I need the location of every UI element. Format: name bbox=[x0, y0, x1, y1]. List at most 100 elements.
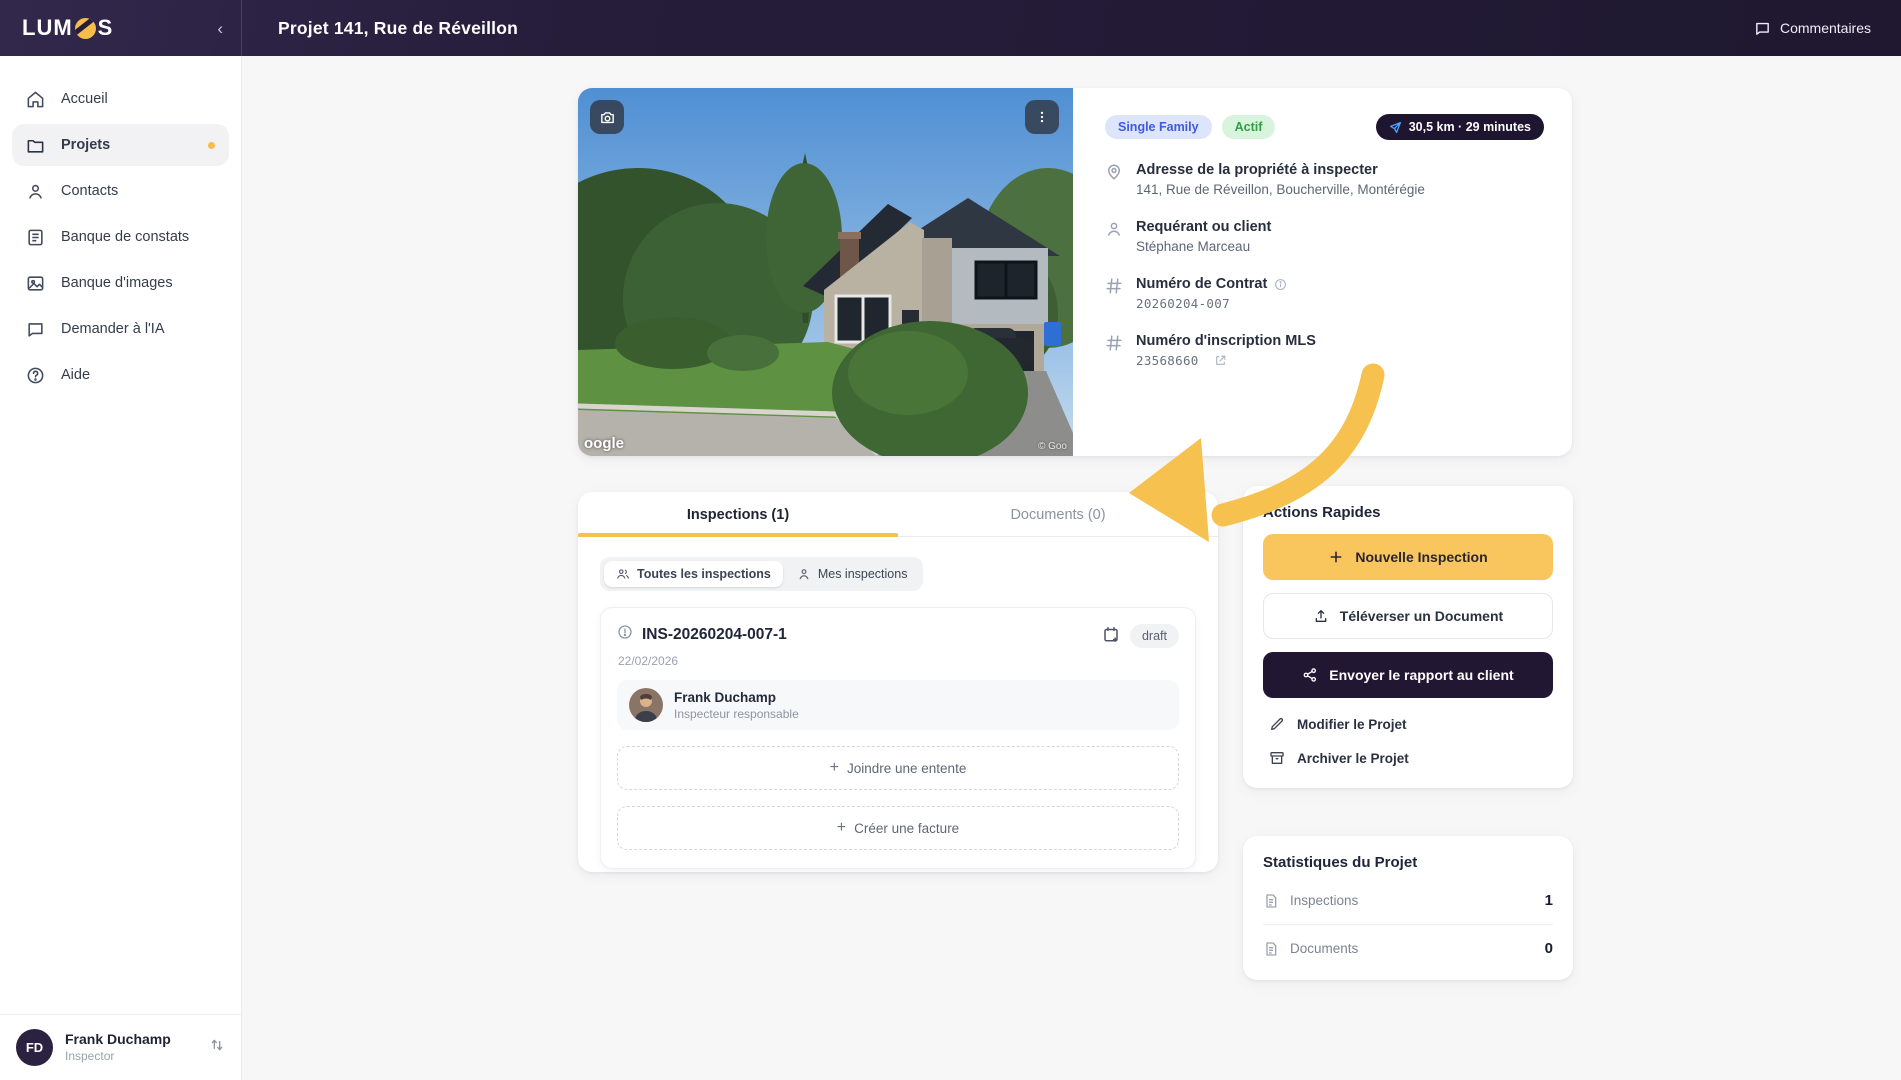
info-icon[interactable] bbox=[1274, 278, 1287, 291]
property-type-badge: Single Family bbox=[1105, 115, 1212, 139]
quick-actions-panel: Actions Rapides Nouvelle Inspection Télé… bbox=[1243, 486, 1573, 788]
street-view-photo bbox=[578, 88, 1073, 456]
sidebar-item-projets[interactable]: Projets bbox=[12, 124, 229, 166]
notification-dot bbox=[208, 141, 215, 149]
client-field: Requérant ou client Stéphane Marceau bbox=[1105, 219, 1544, 254]
sidebar-item-label: Banque de constats bbox=[61, 229, 190, 245]
folder-icon bbox=[27, 139, 44, 153]
sidebar-item-banque-de-constats[interactable]: Banque de constats bbox=[12, 216, 229, 258]
sidebar-item-label: Projets bbox=[61, 137, 111, 153]
person-icon bbox=[799, 569, 809, 580]
sidebar-item-demander-ia[interactable]: Demander à l'IA bbox=[12, 308, 229, 350]
sidebar: Accueil Projets Contacts Banque de const… bbox=[0, 56, 242, 1080]
sidebar-item-label: Accueil bbox=[61, 91, 108, 107]
archive-project-link[interactable]: Archiver le Projet bbox=[1263, 750, 1553, 766]
logo-text-suffix: S bbox=[97, 15, 114, 40]
camera-icon bbox=[600, 111, 614, 123]
logo-o-icon bbox=[74, 17, 96, 39]
sidebar-item-banque-dimages[interactable]: Banque d'images bbox=[12, 262, 229, 304]
upload-document-button[interactable]: Téléverser un Document bbox=[1263, 593, 1553, 639]
distance-badge[interactable]: 30,5 km · 29 minutes bbox=[1375, 114, 1544, 140]
navigation-icon bbox=[1389, 121, 1401, 133]
file-icon bbox=[1266, 941, 1277, 956]
alert-circle-icon bbox=[617, 624, 633, 645]
edit-project-link[interactable]: Modifier le Projet bbox=[1263, 716, 1553, 732]
tab-documents[interactable]: Documents (0) bbox=[898, 492, 1218, 536]
sidebar-collapse-button[interactable]: ‹ bbox=[217, 20, 223, 37]
create-invoice-button[interactable]: + Créer une facture bbox=[617, 806, 1179, 850]
inspector-avatar bbox=[629, 688, 663, 722]
image-icon bbox=[27, 275, 44, 291]
quick-actions-title: Actions Rapides bbox=[1263, 504, 1381, 521]
tab-inspections[interactable]: Inspections (1) bbox=[578, 492, 898, 537]
switch-account-icon[interactable] bbox=[209, 1037, 225, 1058]
sidebar-user[interactable]: FD Frank Duchamp Inspector bbox=[0, 1014, 241, 1080]
stat-value: 1 bbox=[1544, 892, 1553, 909]
filter-all-inspections[interactable]: Toutes les inspections bbox=[604, 561, 783, 587]
logo-zone: LUM S ‹ bbox=[0, 0, 242, 56]
home-icon bbox=[27, 91, 44, 107]
chat-icon bbox=[28, 322, 43, 337]
file-icon bbox=[1266, 893, 1277, 908]
filter-my-inspections[interactable]: Mes inspections bbox=[785, 561, 920, 587]
comments-label: Commentaires bbox=[1779, 20, 1871, 36]
stat-value: 0 bbox=[1544, 940, 1553, 957]
attach-agreement-button[interactable]: + Joindre une entente bbox=[617, 746, 1179, 790]
plus-icon: + bbox=[836, 819, 847, 836]
sidebar-item-accueil[interactable]: Accueil bbox=[12, 78, 229, 120]
address-field: Adresse de la propriété à inspecter 141,… bbox=[1105, 162, 1544, 197]
mls-number-field: Numéro d'inscription MLS 23568660 bbox=[1105, 333, 1544, 368]
new-inspection-button[interactable]: Nouvelle Inspection bbox=[1263, 534, 1553, 580]
user-role: Inspector bbox=[65, 1048, 115, 1063]
archive-icon bbox=[1270, 752, 1284, 764]
help-icon bbox=[27, 367, 44, 383]
user-avatar: FD bbox=[16, 1029, 53, 1066]
plus-icon bbox=[1330, 551, 1342, 563]
app-root: LUM S ‹ Projet 141, Rue de Réveillon Comm… bbox=[0, 0, 1901, 1080]
inspection-id: INS-20260204-007-1 bbox=[642, 625, 787, 643]
google-watermark: oogle bbox=[584, 435, 624, 452]
user-name: Frank Duchamp bbox=[65, 1031, 171, 1048]
stats-title: Statistiques du Projet bbox=[1263, 854, 1418, 871]
comment-bubble-icon bbox=[1756, 22, 1769, 35]
hash-icon bbox=[1105, 276, 1123, 311]
sidebar-item-label: Banque d'images bbox=[61, 275, 173, 291]
page-title: Projet 141, Rue de Réveillon bbox=[278, 17, 518, 38]
hash-icon bbox=[1105, 333, 1123, 368]
project-stats-panel: Statistiques du Projet Inspections 1 Doc… bbox=[1243, 836, 1573, 980]
contract-number-field: Numéro de Contrat 20260204-007 bbox=[1105, 276, 1544, 311]
sidebar-item-label: Contacts bbox=[61, 183, 119, 199]
sidebar-nav: Accueil Projets Contacts Banque de const… bbox=[0, 56, 241, 396]
upload-icon bbox=[1315, 610, 1327, 622]
lumos-logo: LUM S bbox=[22, 15, 113, 41]
status-badge: Actif bbox=[1221, 115, 1276, 139]
property-photo[interactable]: oogle © Goo bbox=[578, 88, 1073, 456]
calendar-plus-icon[interactable] bbox=[1102, 625, 1120, 648]
location-pin-icon bbox=[1105, 162, 1123, 197]
inspection-filters: Toutes les inspections Mes inspections bbox=[600, 557, 1196, 591]
person-icon bbox=[29, 184, 42, 199]
photo-menu-button[interactable] bbox=[1025, 100, 1059, 134]
tab-bar: Inspections (1) Documents (0) bbox=[578, 492, 1218, 537]
external-link-icon[interactable] bbox=[1214, 354, 1227, 367]
stat-documents: Documents 0 bbox=[1263, 925, 1553, 972]
property-card: oogle © Goo Single Family Actif 30,5 km … bbox=[578, 88, 1572, 456]
stat-inspections: Inspections 1 bbox=[1263, 877, 1553, 925]
share-icon bbox=[1303, 668, 1317, 682]
inspection-card[interactable]: INS-20260204-007-1 draft 22/02/2026 Fran… bbox=[600, 607, 1196, 869]
sidebar-item-label: Aide bbox=[61, 367, 91, 383]
inspector-name: Frank Duchamp bbox=[674, 689, 777, 705]
comments-button[interactable]: Commentaires bbox=[1754, 20, 1871, 37]
sidebar-item-contacts[interactable]: Contacts bbox=[12, 170, 229, 212]
inspector-row: Frank Duchamp Inspecteur responsable bbox=[617, 680, 1179, 730]
property-info-panel: Single Family Actif 30,5 km · 29 minutes… bbox=[1073, 88, 1572, 456]
send-report-button[interactable]: Envoyer le rapport au client bbox=[1263, 652, 1553, 698]
logo-text-prefix: LUM bbox=[22, 15, 73, 40]
copyright-watermark: © Goo bbox=[1037, 441, 1067, 452]
person-icon bbox=[1105, 219, 1123, 254]
pencil-icon bbox=[1271, 717, 1284, 730]
kebab-menu-icon bbox=[1040, 111, 1044, 123]
change-photo-button[interactable] bbox=[590, 100, 624, 134]
sidebar-item-aide[interactable]: Aide bbox=[12, 354, 229, 396]
inspection-status-badge: draft bbox=[1129, 624, 1179, 648]
